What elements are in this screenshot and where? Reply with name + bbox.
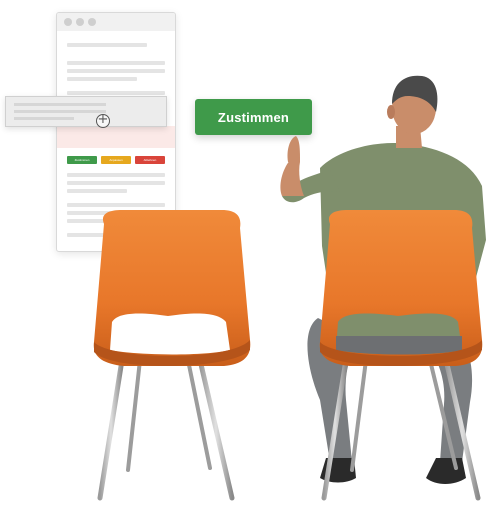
chair-leg [350,358,368,472]
forearm [280,160,304,196]
left-chair [93,210,251,501]
chair-leg [126,358,142,472]
right-shoe [426,458,466,484]
trousers-through-cutout [336,336,462,355]
ear [387,105,395,119]
chair-leg [186,358,212,470]
chair-cutout [110,313,230,355]
scene-illustration [93,75,486,501]
pointing-hand [287,136,300,162]
chair-leg [97,357,125,501]
chair-leg [197,357,235,501]
